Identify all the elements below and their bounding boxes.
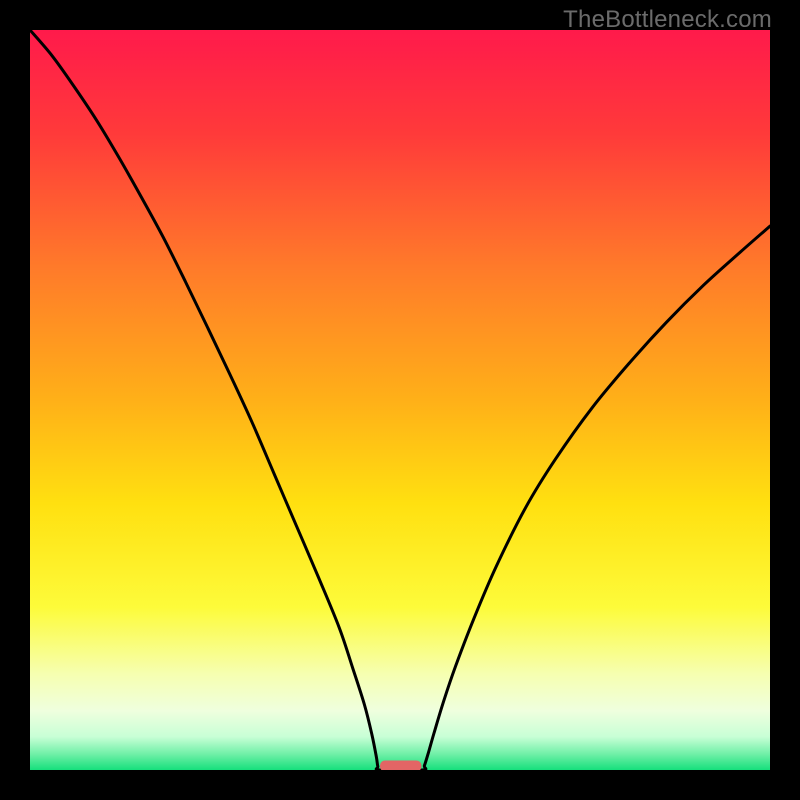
bottleneck-curve: [30, 30, 770, 770]
watermark-text: TheBottleneck.com: [563, 6, 772, 34]
minimum-marker: [380, 761, 421, 770]
chart-frame: TheBottleneck.com: [0, 0, 800, 800]
plot-area: [30, 30, 770, 770]
curve-layer: [30, 30, 770, 770]
